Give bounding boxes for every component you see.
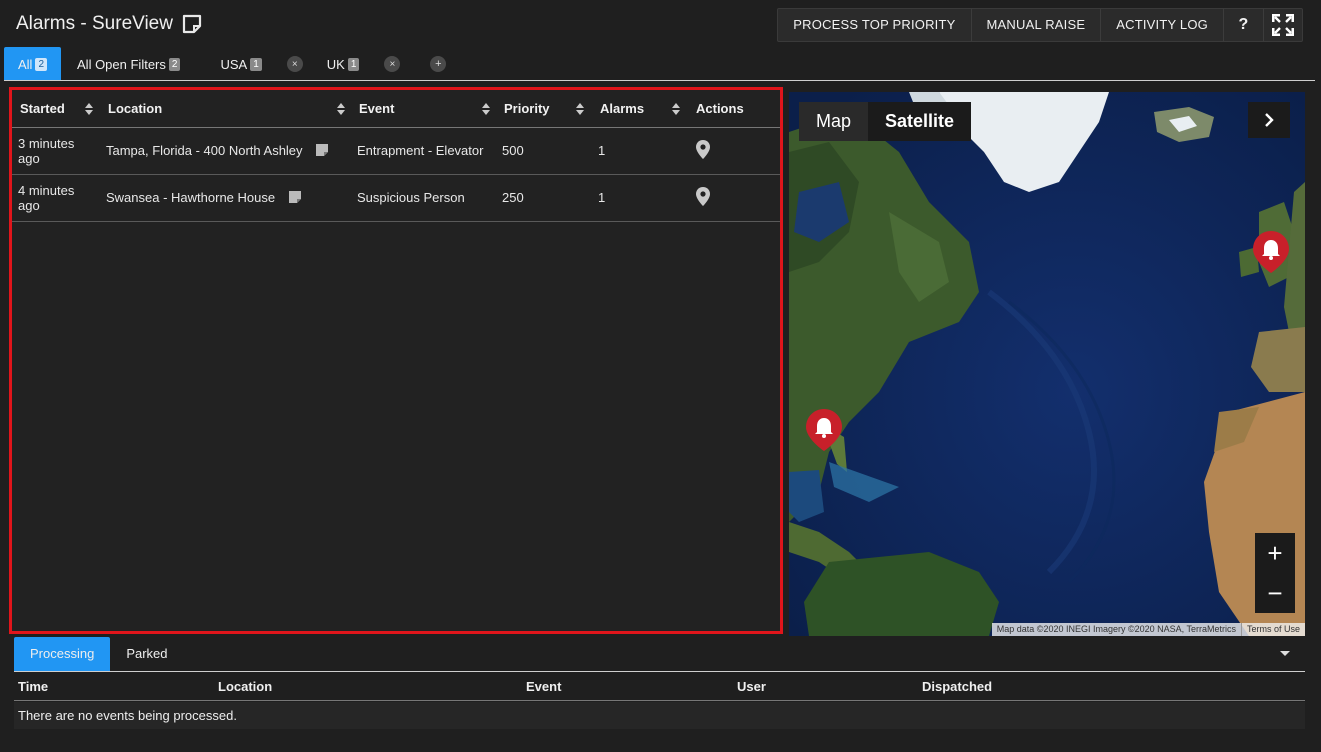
tab-processing[interactable]: Processing [14, 637, 111, 671]
sort-icon[interactable] [337, 103, 345, 115]
map-pin-icon[interactable] [696, 186, 710, 206]
zoom-controls: + − [1255, 533, 1295, 613]
zoom-out-button[interactable]: − [1255, 573, 1295, 613]
page-title: Alarms - SureView [16, 13, 203, 35]
column-event[interactable]: Event [351, 90, 496, 128]
alarm-map[interactable]: Map Satellite + − Map data ©2020 INEGI I… [789, 92, 1305, 636]
column-user: User [737, 679, 766, 694]
alarm-marker-tampa[interactable] [806, 409, 842, 451]
map-type-map-button[interactable]: Map [799, 102, 868, 141]
column-dispatched: Dispatched [922, 679, 993, 694]
filter-tabs: All 2 All Open Filters 2 USA 1 × UK 1 × … [4, 47, 447, 81]
manual-raise-button[interactable]: MANUAL RAISE [972, 9, 1102, 41]
table-row[interactable]: 3 minutes ago Tampa, Florida - 400 North… [12, 127, 780, 175]
tab-label: USA [220, 56, 248, 72]
column-label: Priority [504, 100, 550, 116]
note-icon[interactable] [288, 191, 301, 203]
sort-icon[interactable] [85, 103, 93, 115]
column-actions: Actions [688, 90, 780, 128]
note-icon[interactable] [316, 144, 329, 156]
count-badge: 2 [168, 57, 181, 71]
count-badge: 2 [35, 57, 48, 71]
map-next-button[interactable] [1248, 102, 1290, 138]
location-text: Tampa, Florida - 400 North Ashley [106, 143, 303, 158]
map-attribution: Map data ©2020 INEGI Imagery ©2020 NASA,… [991, 623, 1305, 636]
column-label: Location [108, 100, 163, 116]
activity-log-button[interactable]: ACTIVITY LOG [1101, 9, 1224, 41]
collapse-caret-icon[interactable] [1280, 651, 1290, 656]
alarm-list-panel: Started Location Event Priority Alarms A… [9, 87, 783, 634]
event-cell: Entrapment - Elevator [351, 127, 496, 175]
help-button[interactable]: ? [1224, 9, 1264, 41]
tab-label: UK [326, 56, 345, 72]
alarm-marker-swansea[interactable] [1253, 231, 1289, 273]
map-type-toggle: Map Satellite [799, 102, 972, 141]
alarm-table: Started Location Event Priority Alarms A… [12, 90, 780, 222]
actions-cell [688, 127, 780, 175]
priority-cell: 500 [496, 127, 592, 175]
page-title-text: Alarms - SureView [16, 13, 173, 34]
started-cell: 4 minutes ago [12, 174, 100, 222]
processing-empty-message: There are no events being processed. [14, 702, 1305, 729]
column-label: Alarms [600, 100, 645, 116]
tab-uk[interactable]: UK 1 × [317, 47, 415, 81]
column-location[interactable]: Location [100, 90, 351, 128]
satellite-imagery [789, 92, 1305, 636]
count-badge: 1 [347, 57, 360, 71]
column-label: Actions [696, 100, 744, 116]
title-bar: Alarms - SureView PROCESS TOP PRIORITY M… [0, 0, 1321, 48]
location-text: Swansea - Hawthorne House [106, 190, 276, 205]
column-time: Time [18, 679, 49, 694]
tab-label: All [18, 56, 33, 72]
fullscreen-button[interactable] [1264, 9, 1302, 41]
tab-all-open-filters[interactable]: All Open Filters 2 [63, 47, 210, 81]
tabs-divider [4, 80, 1315, 81]
tab-parked[interactable]: Parked [110, 637, 183, 671]
process-top-priority-button[interactable]: PROCESS TOP PRIORITY [778, 9, 972, 41]
processing-table-header: Time Location Event User Dispatched [14, 672, 1305, 701]
location-cell: Swansea - Hawthorne House [100, 174, 351, 222]
tab-label: All Open Filters [77, 56, 166, 72]
started-cell: 3 minutes ago [12, 127, 100, 175]
actions-cell [688, 174, 780, 222]
fullscreen-icon [1272, 14, 1294, 36]
column-alarms[interactable]: Alarms [592, 90, 688, 128]
column-location: Location [218, 679, 273, 694]
chevron-right-icon [1265, 113, 1274, 127]
event-cell: Suspicious Person [351, 174, 496, 222]
table-row[interactable]: 4 minutes ago Swansea - Hawthorne House … [12, 174, 780, 222]
toolbar: PROCESS TOP PRIORITY MANUAL RAISE ACTIVI… [777, 8, 1303, 42]
column-label: Event [359, 100, 395, 116]
location-cell: Tampa, Florida - 400 North Ashley [100, 127, 351, 175]
map-pin-icon[interactable] [696, 139, 710, 159]
alarms-count-cell: 1 [592, 127, 688, 175]
column-priority[interactable]: Priority [496, 90, 592, 128]
sort-icon[interactable] [672, 103, 680, 115]
zoom-in-button[interactable]: + [1255, 533, 1295, 573]
terms-of-use-link[interactable]: Terms of Use [1240, 623, 1305, 636]
sort-icon[interactable] [576, 103, 584, 115]
tab-all[interactable]: All 2 [4, 47, 62, 81]
close-tab-icon[interactable]: × [286, 56, 303, 72]
attribution-text: Map data ©2020 INEGI Imagery ©2020 NASA,… [996, 624, 1236, 634]
column-label: Started [20, 100, 65, 116]
column-event: Event [526, 679, 562, 694]
tab-usa[interactable]: USA 1 × [210, 47, 316, 81]
count-badge: 1 [250, 57, 262, 71]
priority-cell: 250 [496, 174, 592, 222]
map-type-satellite-button[interactable]: Satellite [868, 102, 972, 141]
add-filter-tab-button[interactable]: + [430, 56, 447, 72]
note-icon[interactable] [181, 13, 203, 35]
alarms-count-cell: 1 [592, 174, 688, 222]
close-tab-icon[interactable]: × [384, 56, 401, 72]
column-started[interactable]: Started [12, 90, 100, 128]
alarm-table-header: Started Location Event Priority Alarms A… [12, 90, 780, 128]
processing-tabs: Processing Parked [14, 637, 184, 671]
sort-icon[interactable] [482, 103, 490, 115]
